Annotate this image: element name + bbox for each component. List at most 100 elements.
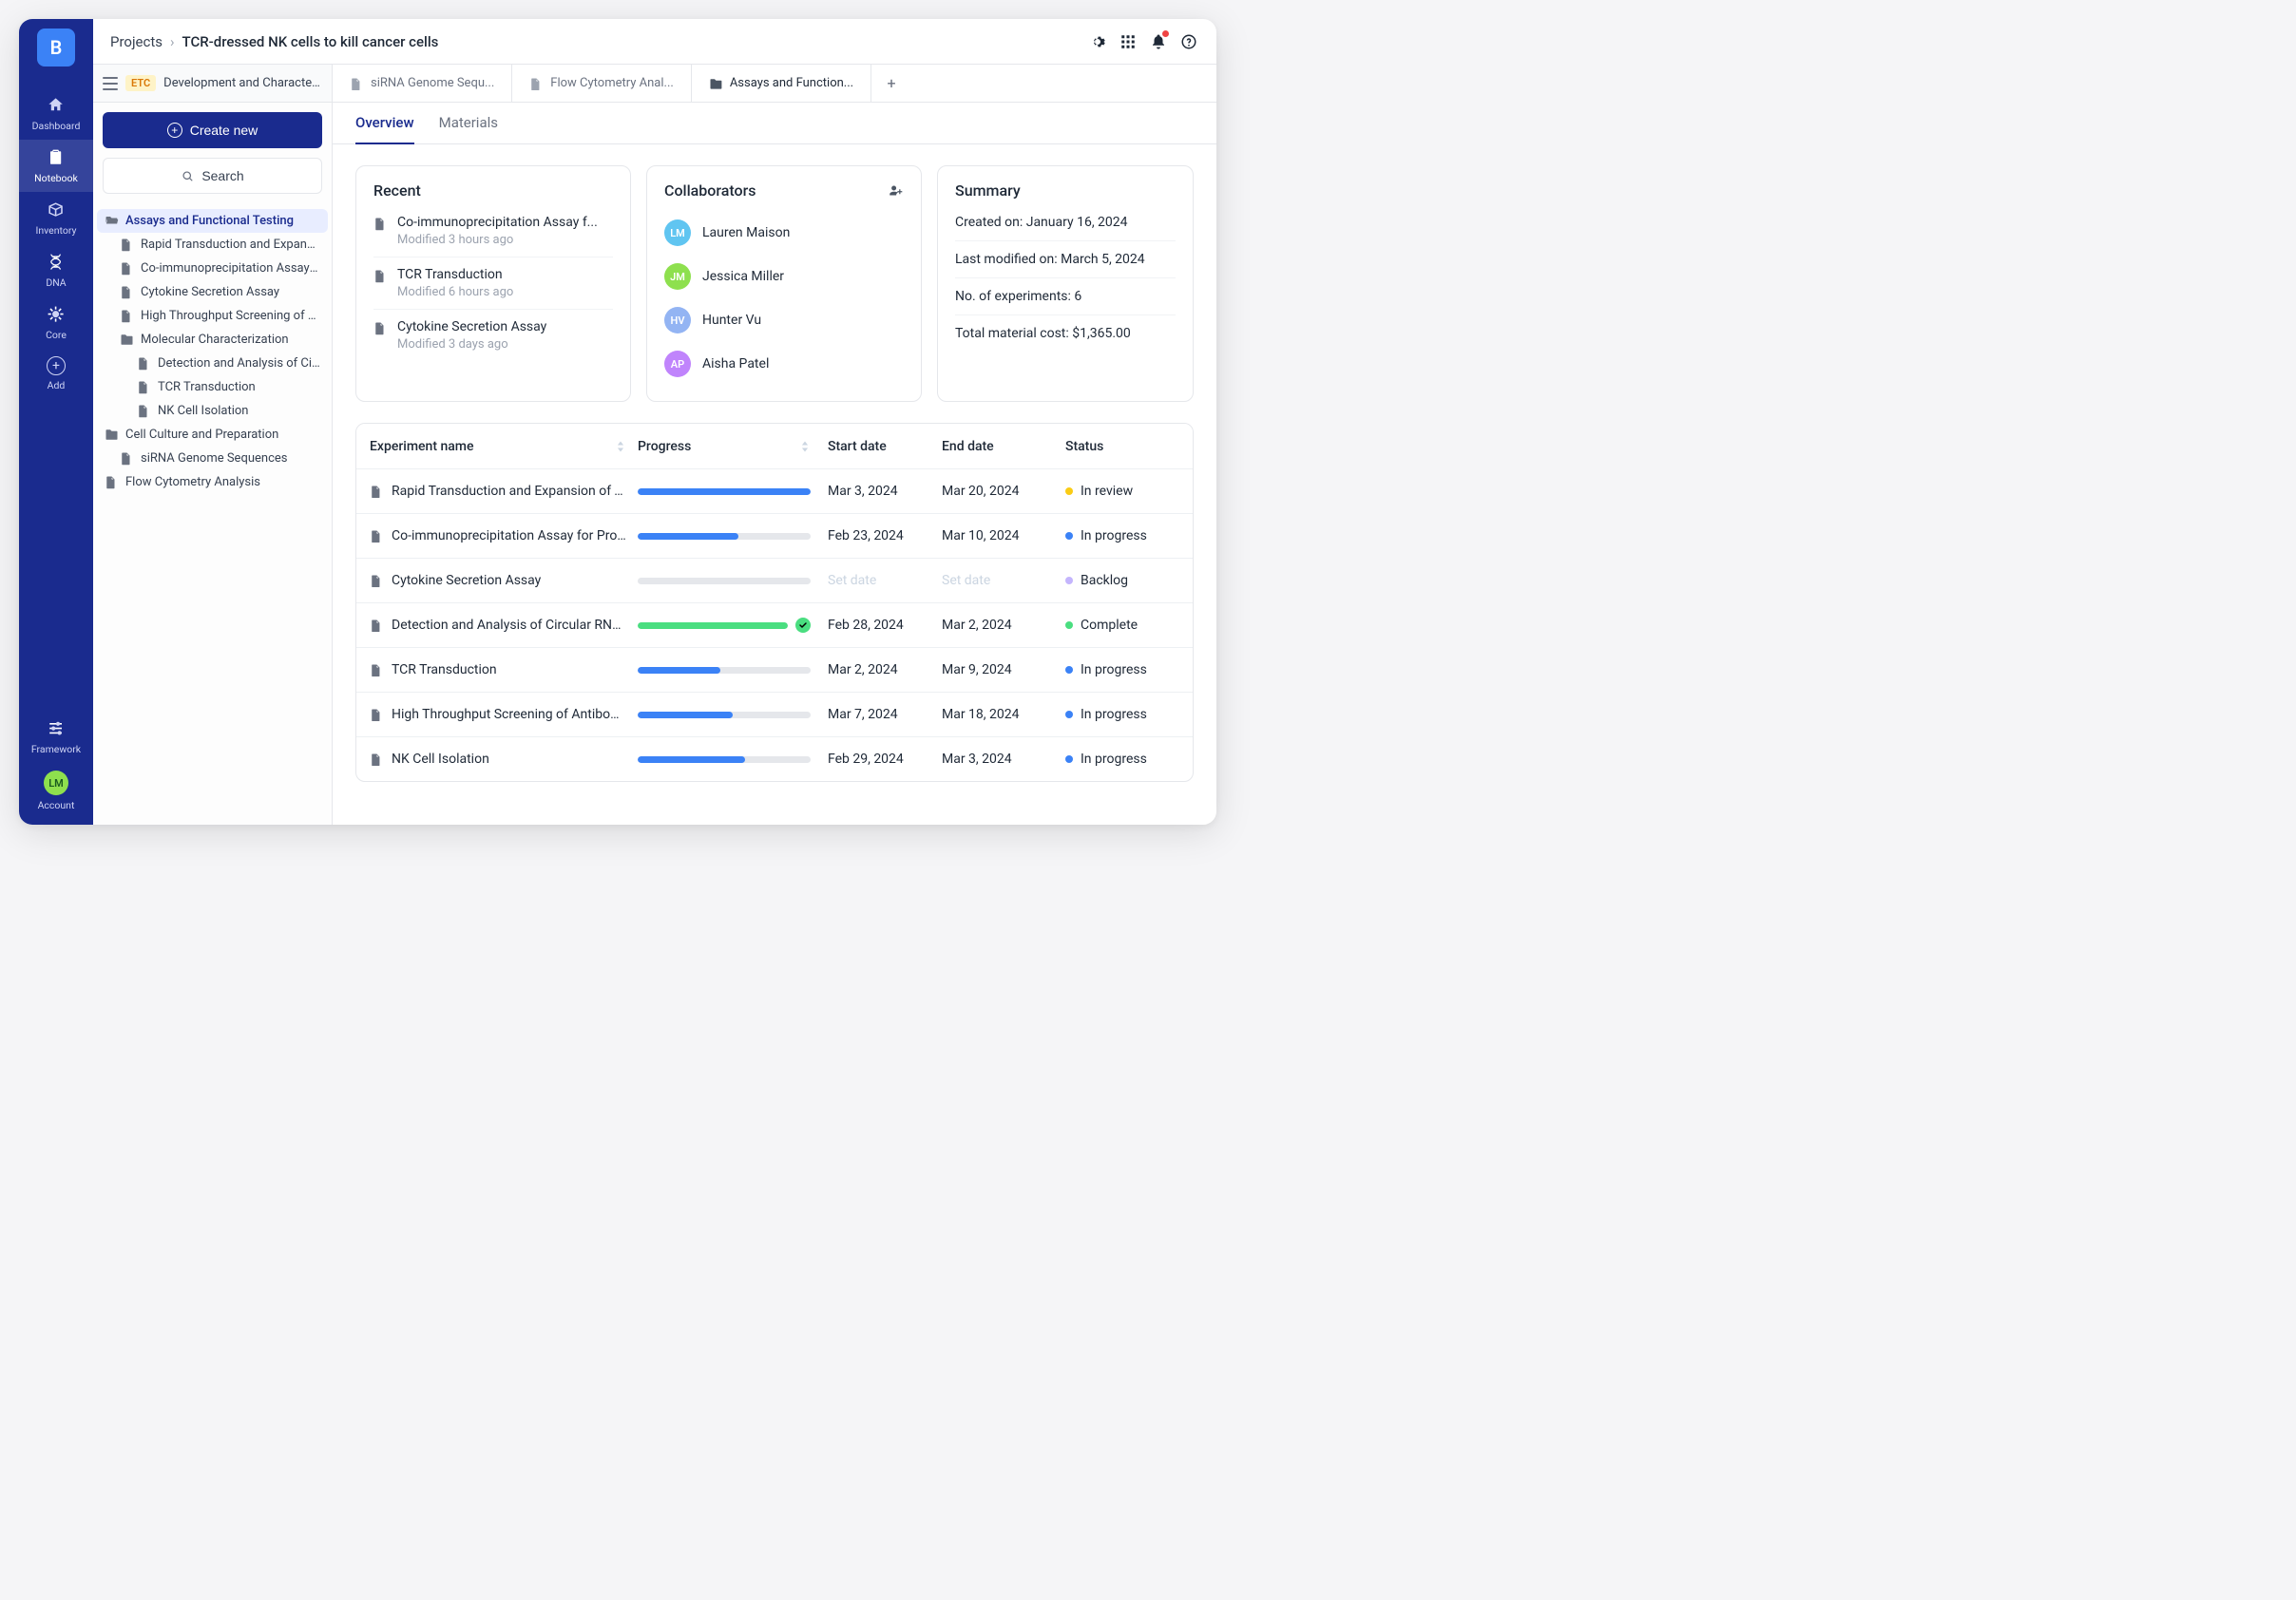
subtab-overview[interactable]: Overview [355,114,414,144]
progress-bar [638,488,811,495]
tree-label: Cytokine Secretion Assay [141,285,279,299]
tree-file[interactable]: TCR Transduction [97,375,328,399]
nav-label: Account [38,799,75,811]
subtab-bar: Overview Materials [333,103,1216,144]
sort-icon[interactable] [799,440,811,453]
card-title: Summary [955,181,1176,200]
file-icon [373,217,388,231]
end-date: Mar 20, 2024 [942,484,1065,499]
tab[interactable]: Flow Cytometry Anal... [512,65,692,102]
status-dot [1065,621,1073,629]
recent-item[interactable]: TCR TransductionModified 6 hours ago [373,257,613,309]
experiment-name: Detection and Analysis of Circular RNAs.… [392,618,626,633]
tree-folder[interactable]: Molecular Characterization [97,328,328,352]
nav-framework[interactable]: Framework [19,711,93,763]
collaborator-item[interactable]: HVHunter Vu [664,298,904,342]
table-row[interactable]: Detection and Analysis of Circular RNAs.… [356,602,1193,647]
table-row[interactable]: High Throughput Screening of Antibody P.… [356,692,1193,736]
tree-file[interactable]: Flow Cytometry Analysis [97,470,328,494]
app-logo[interactable]: B [37,29,75,67]
chevron-right-icon: › [170,33,175,50]
file-icon [373,269,388,283]
collaborator-name: Lauren Maison [702,225,790,240]
summary-row: Created on: January 16, 2024 [955,211,1176,240]
tree-file[interactable]: High Throughput Screening of An... [97,304,328,328]
add-tab-button[interactable]: + [871,65,911,102]
end-date: Mar 9, 2024 [942,662,1065,677]
nav-dashboard[interactable]: Dashboard [19,87,93,140]
table-row[interactable]: Rapid Transduction and Expansion of Tran… [356,468,1193,513]
recent-item[interactable]: Co-immunoprecipitation Assay f...Modifie… [373,211,613,257]
tree-label: Detection and Analysis of Cir... [158,356,320,371]
sliders-icon [46,718,67,739]
sort-icon[interactable] [615,440,626,453]
folder-icon [105,428,119,442]
file-icon [370,529,383,543]
recent-title: Cytokine Secretion Assay [397,319,546,334]
nav-notebook[interactable]: Notebook [19,140,93,192]
tree-file[interactable]: siRNA Genome Sequences [97,447,328,470]
tree-file[interactable]: Rapid Transduction and Expansio... [97,233,328,257]
nav-core[interactable]: Core [19,296,93,349]
apps-button[interactable] [1118,31,1138,52]
settings-button[interactable] [1087,31,1108,52]
help-button[interactable] [1178,31,1199,52]
nav-add[interactable]: + Add [19,349,93,399]
file-icon [370,574,383,587]
menu-icon[interactable] [103,77,118,90]
folder-icon [105,214,119,228]
breadcrumb-root[interactable]: Projects [110,33,163,50]
home-icon [46,95,67,116]
tree-label: Molecular Characterization [141,333,289,347]
tab[interactable]: siRNA Genome Sequ... [333,65,512,102]
file-icon [120,451,134,466]
file-icon [370,663,383,676]
status-dot [1065,577,1073,584]
nav-account[interactable]: LM Account [19,763,93,825]
add-person-icon[interactable] [889,183,904,199]
tree-file[interactable]: NK Cell Isolation [97,399,328,423]
notifications-button[interactable] [1148,31,1169,52]
progress-bar [638,712,811,718]
start-date: Feb 23, 2024 [828,528,942,543]
create-new-button[interactable]: + Create new [103,112,322,148]
file-icon [105,475,119,489]
nav-label: Inventory [36,224,77,237]
file-icon [370,708,383,721]
progress-bar [638,756,811,763]
tree-file[interactable]: Detection and Analysis of Cir... [97,352,328,375]
breadcrumb-current: TCR-dressed NK cells to kill cancer cell… [182,33,439,50]
nav-label: Dashboard [32,120,81,132]
tree-file[interactable]: Cytokine Secretion Assay [97,280,328,304]
collaborator-item[interactable]: JMJessica Miller [664,255,904,298]
progress-bar [638,622,788,629]
table-row[interactable]: Co-immunoprecipitation Assay for Protei.… [356,513,1193,558]
table-row[interactable]: TCR Transduction Mar 2, 2024 Mar 9, 2024… [356,647,1193,692]
tree-label: High Throughput Screening of An... [141,309,320,323]
tree-folder[interactable]: Cell Culture and Preparation [97,423,328,447]
progress-bar [638,667,811,674]
project-badge: ETC [125,75,156,91]
collaborator-item[interactable]: LM Lauren Maison [664,211,904,255]
table-row[interactable]: NK Cell Isolation Feb 29, 2024 Mar 3, 20… [356,736,1193,781]
nav-dna[interactable]: DNA [19,244,93,296]
avatar: LM [664,219,691,246]
file-icon [120,285,134,299]
avatar: AP [664,351,691,377]
tree-folder[interactable]: Assays and Functional Testing [97,209,328,233]
help-icon [1180,33,1197,50]
collaborator-item[interactable]: AP Aisha Patel [664,342,904,386]
subtab-materials[interactable]: Materials [439,114,498,143]
tree-label: Assays and Functional Testing [125,214,294,228]
tab[interactable]: Assays and Function... [692,65,871,102]
avatar: JM [664,263,691,290]
search-button[interactable]: Search [103,158,322,194]
recent-item[interactable]: Cytokine Secretion AssayModified 3 days … [373,309,613,361]
collaborator-name: Aisha Patel [702,356,769,371]
tree-file[interactable]: Co-immunoprecipitation Assay fo... [97,257,328,280]
nav-inventory[interactable]: Inventory [19,192,93,244]
table-row[interactable]: Cytokine Secretion Assay Set date Set da… [356,558,1193,602]
file-icon [370,485,383,498]
account-avatar: LM [44,771,68,795]
core-icon [46,304,67,325]
